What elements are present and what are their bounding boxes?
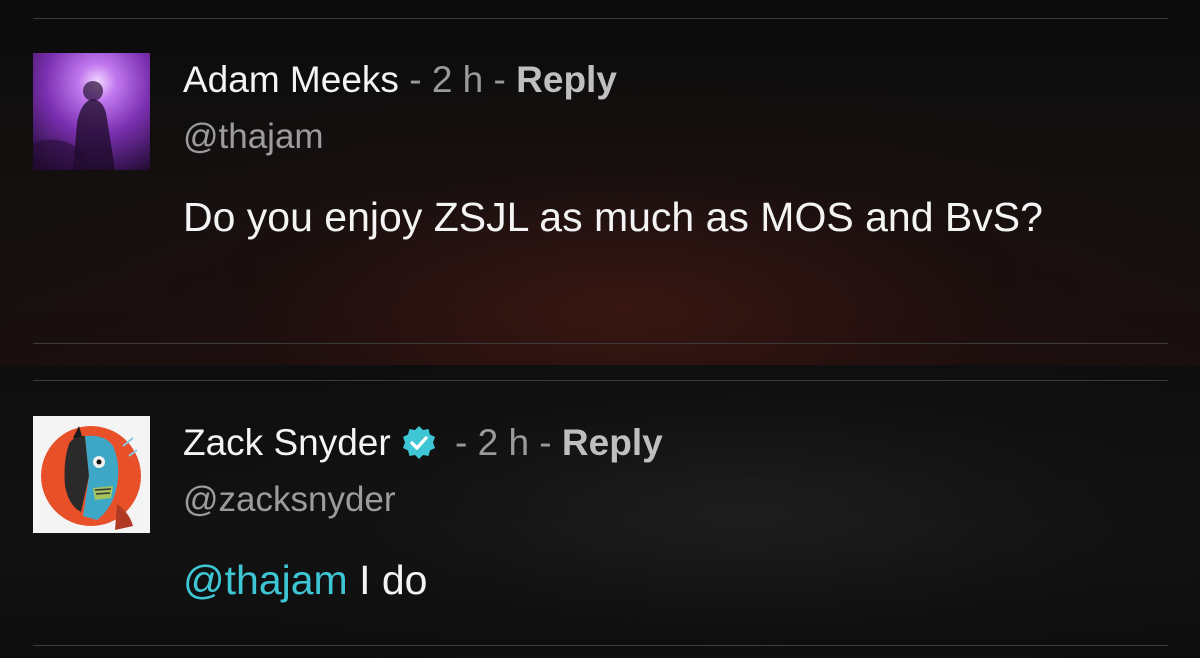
author-handle[interactable]: @thajam	[183, 116, 324, 158]
timestamp: 2 h	[431, 59, 484, 100]
timestamp: 2 h	[477, 422, 530, 463]
separator: -	[483, 59, 517, 100]
reply-button[interactable]: Reply	[516, 58, 617, 102]
comment-text-content: I do	[347, 557, 428, 603]
mention-link[interactable]: @thajam	[183, 557, 348, 603]
divider	[33, 645, 1168, 646]
comment-text: Do you enjoy ZSJL as much as MOS and BvS…	[183, 194, 1043, 240]
avatar-image-concert	[33, 53, 150, 170]
comment-text: @thajam I do	[183, 549, 1168, 611]
comment-header: Zack Snyder - 2 h - Reply	[183, 421, 663, 465]
comment-panel-top	[0, 0, 1200, 365]
separator: -	[529, 422, 562, 463]
avatar[interactable]	[33, 416, 150, 533]
comment-panel-bottom	[0, 365, 1200, 658]
separator: -	[444, 422, 478, 463]
reply-button[interactable]: Reply	[562, 421, 663, 465]
author-handle[interactable]: @zacksnyder	[183, 479, 396, 521]
comment-header: Adam Meeks - 2 h - Reply	[183, 58, 617, 102]
divider	[33, 380, 1168, 381]
divider	[33, 18, 1168, 19]
avatar-image-illustration	[33, 416, 150, 533]
avatar[interactable]	[33, 53, 150, 170]
separator: -	[398, 59, 432, 100]
divider	[33, 343, 1168, 344]
author-name[interactable]: Adam Meeks	[183, 58, 399, 102]
author-name[interactable]: Zack Snyder	[183, 421, 391, 465]
verified-check-icon	[401, 425, 437, 461]
